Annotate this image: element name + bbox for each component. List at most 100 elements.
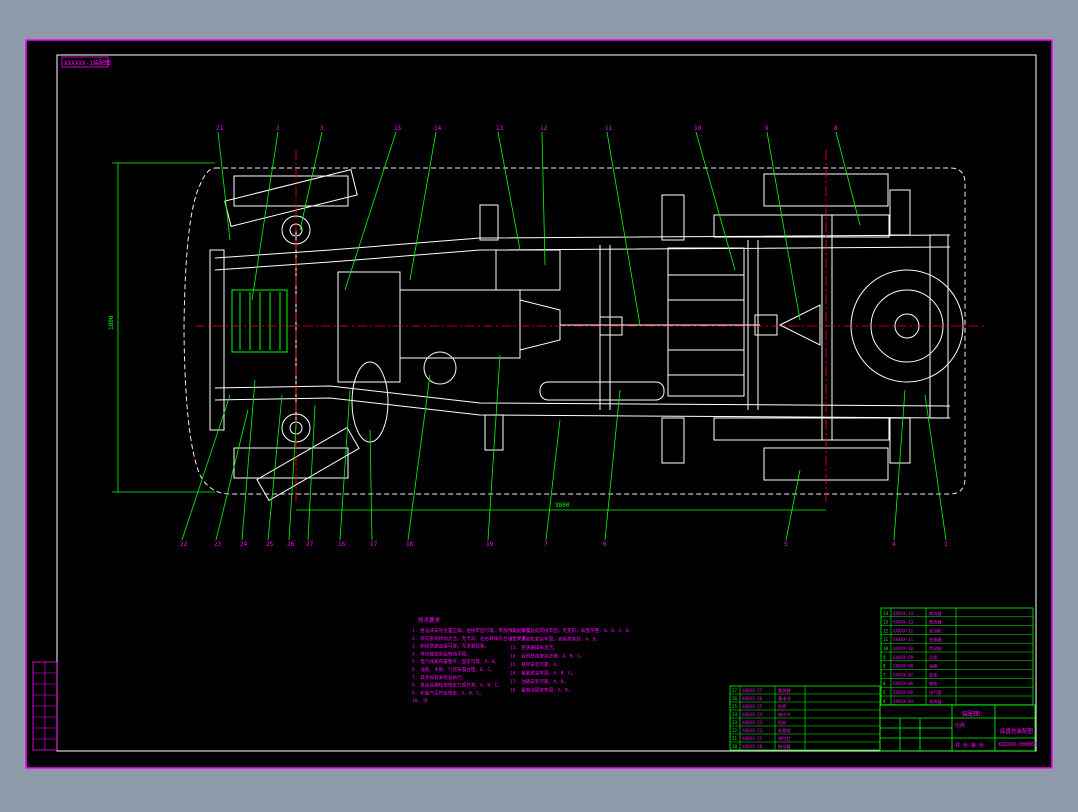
title-block-scale: 比例 <box>955 722 965 729</box>
parts-row-name: 排气管 <box>929 689 942 696</box>
tech-req-line: 15. 悬架安装可靠，A。 <box>510 661 561 668</box>
parts-row-name: 离合器 <box>929 619 942 626</box>
parts-row-no: 12 <box>883 628 889 633</box>
parts-row-no: 23 <box>732 720 738 725</box>
parts-row-no: 22 <box>732 728 738 733</box>
parts-row-no: 14 <box>883 611 889 616</box>
parts-row-name: 车架 <box>929 671 937 678</box>
parts-row-code: XXXXX-06 <box>893 681 914 686</box>
parts-row-name: 转向器 <box>929 610 942 617</box>
balloon-label: 21 <box>216 125 224 132</box>
parts-row-code: XXXXX-05 <box>893 690 914 695</box>
code-label: XXXXXX-1装配图 <box>64 59 111 67</box>
balloon-label: 22 <box>180 541 188 548</box>
parts-row-name: 发动机 <box>929 627 942 634</box>
balloon-label: 9 <box>765 125 769 132</box>
parts-row-name: 备胎 <box>929 680 938 687</box>
parts-row-no: 20 <box>732 744 738 749</box>
balloon-label: 1 <box>944 541 948 548</box>
drawing-sheet: XXXXXX-1装配图 1800 3800 21 2 3 15 14 13 12… <box>25 39 1053 769</box>
parts-row-code: XXXXX-23 <box>742 720 763 725</box>
parts-row-code: XXXXX-14 <box>893 611 914 616</box>
parts-row-code: XXXXX-27 <box>742 688 763 693</box>
title-block-company: 装配图 <box>962 710 980 718</box>
balloon-label: 15 <box>394 125 402 132</box>
balloon-label: 4 <box>892 541 896 548</box>
parts-row-code: XXXXX-09 <box>893 655 914 660</box>
balloon-label: 8 <box>834 125 838 132</box>
balloon-label: 18 <box>406 541 414 548</box>
balloon-label: 6 <box>603 541 607 548</box>
parts-row-no: 11 <box>883 637 889 642</box>
balloon-label: 10 <box>694 125 702 132</box>
tech-req-line: 8. 各连接螺栓按规定力矩拧紧，A、B、C。 <box>412 682 502 689</box>
tech-req-line: 16. 备胎安装牢固，A、B、C。 <box>510 670 575 677</box>
parts-row-code: XXXXX-13 <box>893 620 914 625</box>
parts-row-code: XXXXX-08 <box>893 664 914 669</box>
parts-row-code: XXXXX-20 <box>742 744 763 749</box>
tech-req-line: 4. 传动轴安装后转动平稳。 <box>412 650 471 657</box>
balloon-label: 2 <box>276 125 280 132</box>
parts-row-name: 散热器 <box>778 687 791 694</box>
parts-row-name: 消声器 <box>929 698 942 705</box>
tech-req-line: 18. 蓄电池固定牢固，A、B。 <box>510 687 573 694</box>
balloon-label: 14 <box>434 125 442 132</box>
tech-req-line: 13. 变速器操纵灵活。 <box>510 644 558 651</box>
title-block-title: 底盘总装配图 <box>1000 727 1034 735</box>
parts-row-name: 蓄电池 <box>778 695 791 702</box>
parts-row-no: 24 <box>732 712 738 717</box>
parts-row-code: XXXXX-12 <box>893 628 914 633</box>
balloon-label: 5 <box>784 541 788 548</box>
dim-width-value: 1800 <box>108 315 115 330</box>
cad-viewer: XXXXXX-1装配图 1800 3800 21 2 3 15 14 13 12… <box>0 0 1078 808</box>
tech-req-line: 14. 后桥总成安装正确，A、B、C。 <box>510 653 585 660</box>
title-block-drawing-no: XXXXXX-000000 <box>998 742 1037 748</box>
parts-row-code: XXXXX-26 <box>742 696 763 701</box>
parts-row-code: XXXXX-21 <box>742 736 763 741</box>
parts-row-code: XXXXX-10 <box>893 646 914 651</box>
dim-length-value: 3800 <box>555 502 570 509</box>
balloon-label: 12 <box>540 125 548 132</box>
balloon-label: 26 <box>287 541 295 548</box>
balloon-label: 7 <box>544 541 548 548</box>
parts-row-no: 25 <box>732 704 738 709</box>
parts-row-no: 26 <box>732 696 738 701</box>
balloon-label: 13 <box>496 125 504 132</box>
parts-row-code: XXXXX-07 <box>893 672 914 677</box>
parts-row-name: 后桥 <box>929 654 938 661</box>
parts-row-name: 保险杠 <box>778 735 791 742</box>
parts-row-code: XXXXX-04 <box>893 699 914 704</box>
tech-req-line: 11. 车架总成焊接牢固，无变形，表面平整，A、B、C、D。 <box>510 627 633 634</box>
balloon-label: 16 <box>338 541 346 548</box>
parts-row-name: 变速器 <box>929 636 942 643</box>
tech-req-line: 7. 其余按有关标准执行。 <box>412 674 466 681</box>
balloon-label: 23 <box>214 541 222 548</box>
balloon-label: 24 <box>240 541 248 548</box>
parts-row-code: XXXXX-22 <box>742 728 763 733</box>
balloon-label: 17 <box>370 541 378 548</box>
tech-req-line: 5. 电气线路布置整齐，固定可靠，A、B。 <box>412 658 499 665</box>
parts-row-code: XXXXX-24 <box>742 712 763 717</box>
tech-req-line: 17. 油箱安装可靠，A、B。 <box>510 678 568 685</box>
balloon-label: 27 <box>306 541 314 548</box>
parts-row-name: 前桥 <box>778 703 787 710</box>
balloon-label: 11 <box>605 125 613 132</box>
parts-row-code: XXXXX-11 <box>893 637 914 642</box>
balloon-label: 19 <box>486 541 494 548</box>
parts-row-name: 制动器 <box>778 743 791 750</box>
title-block-sheet: 共 张 第 张 <box>955 742 984 749</box>
parts-row-name: 传动轴 <box>929 645 942 652</box>
tech-req-line: 10. 注 <box>412 697 428 704</box>
tech-req-line: 9. 轮胎气压符合规定，A、B、C。 <box>412 689 484 696</box>
parts-row-name: 前轮 <box>778 719 787 726</box>
parts-row-no: 10 <box>883 646 889 651</box>
parts-row-no: 21 <box>732 736 738 741</box>
balloon-label: 3 <box>320 125 324 132</box>
parts-row-name: 转向节 <box>778 711 791 718</box>
parts-row-no: 13 <box>883 620 889 625</box>
tech-req-line: 3. 制动管路连接可靠，无渗漏现象。 <box>412 643 489 650</box>
tech-req-title: 技术要求 <box>418 616 441 624</box>
balloon-label: 25 <box>266 541 274 548</box>
tech-req-line: 12. 发动机安装牢固，减振垫完好，A、B。 <box>510 636 600 643</box>
parts-row-name: 油箱 <box>929 663 937 670</box>
